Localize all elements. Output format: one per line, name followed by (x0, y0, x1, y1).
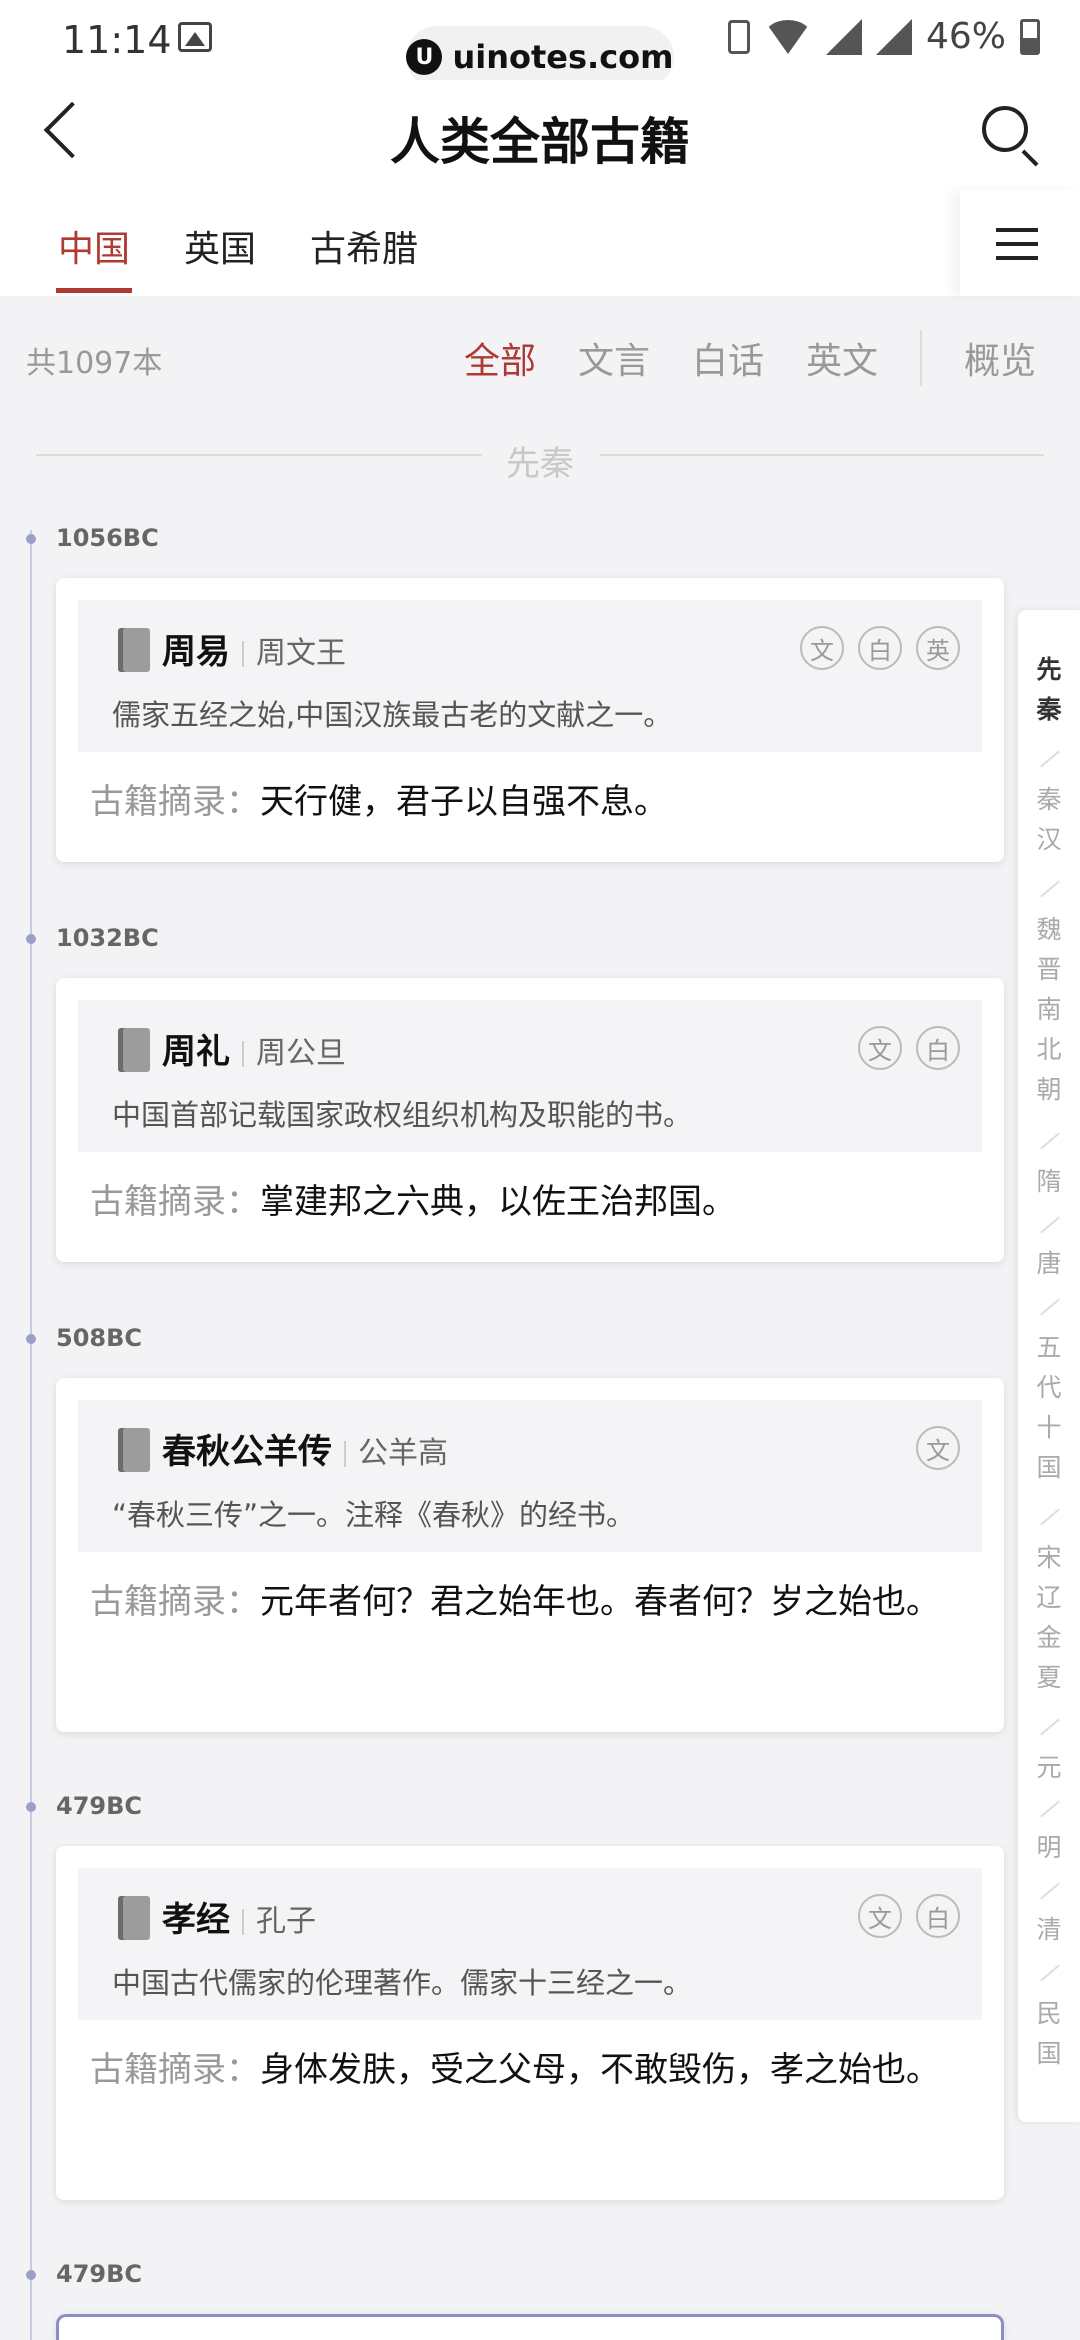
filter-all[interactable]: 全部 (464, 332, 536, 384)
book-title: 孝经 孔子 (162, 1900, 316, 1940)
overview-button[interactable]: 概览 (964, 332, 1036, 384)
book-info: 周礼 周公旦 文 白 中国首部记载国家政权组织机构及职能的书。 (78, 1000, 982, 1152)
era-index-qinhan[interactable]: 秦汉 (1018, 780, 1080, 860)
era-index-songliao[interactable]: 宋辽金夏 (1018, 1538, 1080, 1698)
book-icon (118, 1428, 150, 1472)
timeline-line (30, 530, 32, 2340)
book-card-zhouli[interactable]: 周礼 周公旦 文 白 中国首部记载国家政权组织机构及职能的书。 古籍摘录：掌建邦之… (56, 978, 1004, 1262)
badge-vernacular: 白 (858, 626, 902, 670)
language-badges: 文 白 (858, 1894, 960, 1938)
badge-classical: 文 (800, 626, 844, 670)
era-index-sui[interactable]: 隋 (1018, 1162, 1080, 1202)
search-icon[interactable] (982, 106, 1028, 152)
tab-england[interactable]: 英国 (184, 220, 256, 272)
book-author: 公羊高 (358, 1436, 448, 1471)
book-author: 周文王 (256, 636, 346, 671)
book-info: 周易 周文王 文 白 英 儒家五经之始,中国汉族最古老的文献之一。 (78, 600, 982, 752)
badge-classical: 文 (858, 1026, 902, 1070)
era-index-yuan[interactable]: 元 (1018, 1748, 1080, 1788)
language-badges: 文 白 (858, 1026, 960, 1070)
book-excerpt: 古籍摘录：元年者何？君之始年也。春者何？岁之始也。 (90, 1582, 940, 1622)
badge-vernacular: 白 (916, 1894, 960, 1938)
status-bar: 11:14 U uinotes.com 46% (0, 0, 1080, 88)
filter-row: 共1097本 全部 文言 白话 英文 概览 (0, 296, 1080, 416)
filter-vernacular[interactable]: 白话 (692, 332, 764, 384)
language-badges: 文 (916, 1426, 960, 1470)
timeline-dot (26, 934, 36, 944)
book-info: 春秋公羊传 公羊高 文 “春秋三传”之一。注释《春秋》的经书。 (78, 1400, 982, 1552)
filter-classical[interactable]: 文言 (578, 332, 650, 384)
battery-percent: 46% (925, 16, 1006, 57)
book-card-partial[interactable] (56, 2314, 1004, 2340)
country-tabs: 中国 英国 古希腊 (0, 190, 1080, 296)
year-label: 1032BC (56, 924, 159, 952)
book-icon (118, 1028, 150, 1072)
menu-icon[interactable] (960, 190, 1080, 296)
wifi-icon (763, 19, 812, 54)
book-title: 春秋公羊传 公羊高 (162, 1432, 448, 1472)
image-notification-icon (178, 22, 212, 52)
year-label: 479BC (56, 2260, 143, 2288)
era-heading: 先秦 (506, 444, 574, 484)
vibrate-icon (727, 19, 750, 54)
url-text: uinotes.com (452, 38, 674, 76)
page-title: 人类全部古籍 (390, 113, 690, 171)
status-indicators: 46% (727, 16, 1040, 57)
book-card-zhouyi[interactable]: 周易 周文王 文 白 英 儒家五经之始,中国汉族最古老的文献之一。 古籍摘录：天行… (56, 578, 1004, 862)
signal-icon (825, 18, 862, 55)
year-label: 1056BC (56, 524, 159, 552)
book-excerpt: 古籍摘录：天行健，君子以自强不息。 (90, 782, 668, 822)
book-excerpt: 古籍摘录：身体发肤，受之父母，不敢毁伤，孝之始也。 (90, 2050, 940, 2090)
tab-ancient-greece[interactable]: 古希腊 (310, 220, 418, 272)
filter-divider (920, 330, 922, 386)
signal-icon-2 (875, 18, 912, 55)
uinotes-logo-icon: U (406, 39, 443, 75)
era-index-weijin[interactable]: 魏晋南北朝 (1018, 910, 1080, 1110)
book-card-gongyang[interactable]: 春秋公羊传 公羊高 文 “春秋三传”之一。注释《春秋》的经书。 古籍摘录：元年者何… (56, 1378, 1004, 1732)
badge-english: 英 (916, 626, 960, 670)
filter-english[interactable]: 英文 (806, 332, 878, 384)
book-count: 共1097本 (26, 346, 163, 381)
book-description: 儒家五经之始,中国汉族最古老的文献之一。 (112, 698, 673, 732)
year-label: 479BC (56, 1792, 143, 1820)
book-title: 周易 周文王 (162, 632, 346, 672)
status-time: 11:14 (62, 18, 172, 62)
book-description: “春秋三传”之一。注释《春秋》的经书。 (112, 1498, 636, 1532)
battery-icon (1020, 18, 1040, 55)
book-description: 中国古代儒家的伦理著作。儒家十三经之一。 (112, 1966, 693, 2000)
era-index: 先秦 秦汉 魏晋南北朝 隋 唐 五代十国 宋辽金夏 元 明 清 民国 (1018, 610, 1080, 2122)
book-card-xiaojing[interactable]: 孝经 孔子 文 白 中国古代儒家的伦理著作。儒家十三经之一。 古籍摘录：身体发肤，… (56, 1846, 1004, 2200)
book-description: 中国首部记载国家政权组织机构及职能的书。 (112, 1098, 693, 1132)
book-title: 周礼 周公旦 (162, 1032, 346, 1072)
badge-classical: 文 (858, 1894, 902, 1938)
tab-china[interactable]: 中国 (58, 220, 130, 272)
year-label: 508BC (56, 1324, 143, 1352)
era-index-ming[interactable]: 明 (1018, 1828, 1080, 1868)
app-header: 人类全部古籍 (0, 80, 1080, 190)
book-info: 孝经 孔子 文 白 中国古代儒家的伦理著作。儒家十三经之一。 (78, 1868, 982, 2020)
timeline-dot (26, 2270, 36, 2280)
active-tab-indicator (56, 288, 132, 293)
badge-vernacular: 白 (916, 1026, 960, 1070)
era-index-tang[interactable]: 唐 (1018, 1244, 1080, 1284)
era-index-qing[interactable]: 清 (1018, 1910, 1080, 1950)
book-author: 孔子 (256, 1904, 316, 1939)
book-icon (118, 1896, 150, 1940)
timeline-dot (26, 1802, 36, 1812)
book-excerpt: 古籍摘录：掌建邦之六典，以佐王治邦国。 (90, 1182, 736, 1222)
era-index-minguo[interactable]: 民国 (1018, 1994, 1080, 2074)
url-pill[interactable]: U uinotes.com (406, 26, 674, 88)
era-index-xianqin[interactable]: 先秦 (1018, 650, 1080, 730)
book-icon (118, 628, 150, 672)
language-badges: 文 白 英 (800, 626, 960, 670)
book-author: 周公旦 (256, 1036, 346, 1071)
badge-classical: 文 (916, 1426, 960, 1470)
timeline-dot (26, 534, 36, 544)
timeline-dot (26, 1334, 36, 1344)
era-index-wudai[interactable]: 五代十国 (1018, 1328, 1080, 1488)
